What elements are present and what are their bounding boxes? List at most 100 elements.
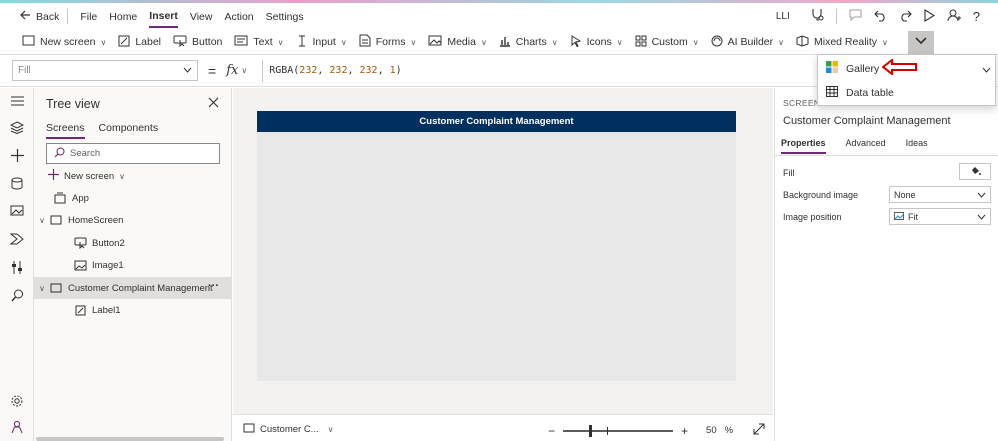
more-options-button[interactable]: ··· [208, 280, 219, 292]
share-person-icon[interactable] [947, 9, 961, 25]
menu-file[interactable]: File [80, 11, 97, 23]
fit-to-window-icon[interactable] [753, 423, 765, 438]
chevron-down-icon [977, 190, 986, 200]
insert-plus-icon[interactable] [8, 146, 26, 164]
virtual-agent-icon[interactable] [8, 418, 26, 436]
comments-icon[interactable] [849, 9, 862, 24]
image-position-dropdown[interactable]: Fit [889, 208, 991, 225]
tab-advanced[interactable]: Advanced [846, 138, 886, 154]
media-nav-icon[interactable] [8, 202, 26, 220]
tree-item-label1[interactable]: Label1 [34, 299, 232, 321]
ribbon-more-button[interactable] [908, 31, 934, 54]
tree-item-label: Button2 [92, 237, 125, 249]
menu-action[interactable]: Action [224, 11, 253, 23]
chevron-down-icon: ∨ [327, 425, 334, 434]
ribbon-label: Charts [515, 36, 547, 48]
redo-icon[interactable] [899, 9, 912, 25]
ribbon-label-button[interactable]: Label [118, 35, 161, 50]
ribbon-label: Mixed Reality [814, 36, 878, 48]
menu-settings[interactable]: Settings [266, 11, 304, 23]
background-image-dropdown[interactable]: None [889, 186, 991, 203]
menu-divider [67, 9, 69, 24]
selection-kind: SCREEN [783, 98, 821, 108]
ribbon-ai-builder-button[interactable]: AI Builder ∨ [711, 35, 784, 50]
menu-item-gallery[interactable]: Gallery [826, 61, 879, 76]
button-control-icon [72, 237, 88, 249]
data-icon[interactable] [8, 174, 26, 192]
ribbon-label: Button [192, 36, 223, 48]
back-button[interactable]: Back [20, 10, 59, 23]
fx-button[interactable]: fx ∨ [226, 60, 260, 82]
tree-search-input[interactable]: Search [46, 143, 220, 164]
ribbon-label: Text [253, 36, 273, 48]
property-value: Fill [18, 65, 31, 76]
tab-ideas[interactable]: Ideas [906, 138, 928, 154]
ribbon-icons-button[interactable]: Icons ∨ [570, 34, 623, 50]
menu-item-label: Data table [846, 87, 894, 99]
label-control-icon [72, 305, 88, 316]
new-screen-button[interactable]: New screen ∨ [48, 169, 125, 183]
screen-selector[interactable]: Customer C... ∨ [243, 423, 333, 436]
image-position-label: Image position [783, 212, 842, 222]
ribbon-button-button[interactable]: Button [173, 35, 222, 50]
app-screen-canvas[interactable]: Customer Complaint Management [257, 111, 736, 381]
ribbon-new-screen-button[interactable]: New screen ∨ [22, 35, 106, 49]
chevron-down-icon[interactable]: ∨ [36, 284, 48, 293]
ribbon-charts-button[interactable]: Charts ∨ [499, 35, 558, 50]
chevron-down-icon [183, 65, 192, 76]
tree-item-app[interactable]: App [34, 187, 232, 209]
horizontal-scrollbar[interactable] [36, 437, 224, 441]
menu-view[interactable]: View [190, 11, 213, 23]
zoom-slider[interactable] [563, 424, 674, 437]
tab-properties[interactable]: Properties [781, 138, 826, 154]
menu-home[interactable]: Home [109, 11, 137, 23]
ribbon-label: Media [447, 36, 476, 48]
tab-screens[interactable]: Screens [46, 122, 85, 139]
ribbon-mixed-reality-button[interactable]: Mixed Reality ∨ [796, 34, 888, 50]
advanced-tools-icon[interactable] [8, 258, 26, 276]
screen-header-label[interactable]: Customer Complaint Management [257, 111, 736, 132]
ribbon-forms-button[interactable]: Forms ∨ [359, 34, 416, 50]
menu-insert[interactable]: Insert [149, 6, 178, 28]
zoom-out-icon[interactable]: − [548, 424, 555, 438]
tab-components[interactable]: Components [99, 122, 159, 139]
tree-item-customer-complaint-management[interactable]: ∨ Customer Complaint Management ··· [34, 277, 232, 299]
help-icon[interactable]: ? [973, 9, 980, 24]
mixed-reality-icon [796, 34, 809, 50]
power-automate-icon[interactable] [8, 230, 26, 248]
tabs-divider [775, 155, 998, 156]
canvas-bottom-bar: Customer C... ∨ − + 50 % [233, 414, 773, 441]
ribbon-input-button[interactable]: Input ∨ [296, 35, 347, 50]
preview-play-icon[interactable] [924, 8, 935, 25]
ribbon-media-button[interactable]: Media ∨ [428, 35, 487, 49]
background-image-label: Background image [783, 190, 859, 200]
app-checker-icon[interactable] [810, 8, 824, 25]
formula-divider [262, 59, 264, 82]
chevron-down-icon[interactable]: ∨ [36, 216, 48, 225]
tree-item-button2[interactable]: Button2 [34, 232, 232, 254]
tree-item-homescreen[interactable]: ∨ HomeScreen [34, 209, 232, 231]
menu-item-label: Gallery [846, 62, 880, 75]
undo-icon[interactable] [873, 9, 887, 25]
close-icon[interactable] [208, 97, 219, 111]
ribbon-custom-button[interactable]: Custom ∨ [635, 35, 699, 50]
search-nav-icon[interactable] [8, 286, 26, 304]
formula-input[interactable]: RGBA(232, 232, 232, 1) [269, 65, 402, 76]
chevron-down-icon[interactable] [982, 65, 991, 76]
zoom-slider-thumb[interactable] [589, 424, 593, 437]
button-icon [173, 35, 187, 50]
screen-selector-value: Customer C... [260, 424, 319, 435]
hamburger-icon[interactable] [8, 92, 26, 110]
fill-color-picker[interactable] [959, 163, 991, 180]
zoom-in-icon[interactable]: + [681, 424, 688, 438]
chevron-down-icon [977, 212, 986, 222]
property-dropdown[interactable]: Fill [12, 60, 198, 81]
settings-gear-icon[interactable] [8, 392, 26, 410]
chevron-down-icon: ∨ [119, 171, 126, 181]
ribbon-text-button[interactable]: Text ∨ [234, 35, 284, 49]
tree-item-image1[interactable]: Image1 [34, 254, 232, 276]
tree-view-icon[interactable] [8, 118, 26, 136]
media-icon [428, 35, 442, 49]
user-initials[interactable]: LLI [776, 11, 790, 22]
menu-item-data-table[interactable]: Data table [826, 86, 894, 100]
